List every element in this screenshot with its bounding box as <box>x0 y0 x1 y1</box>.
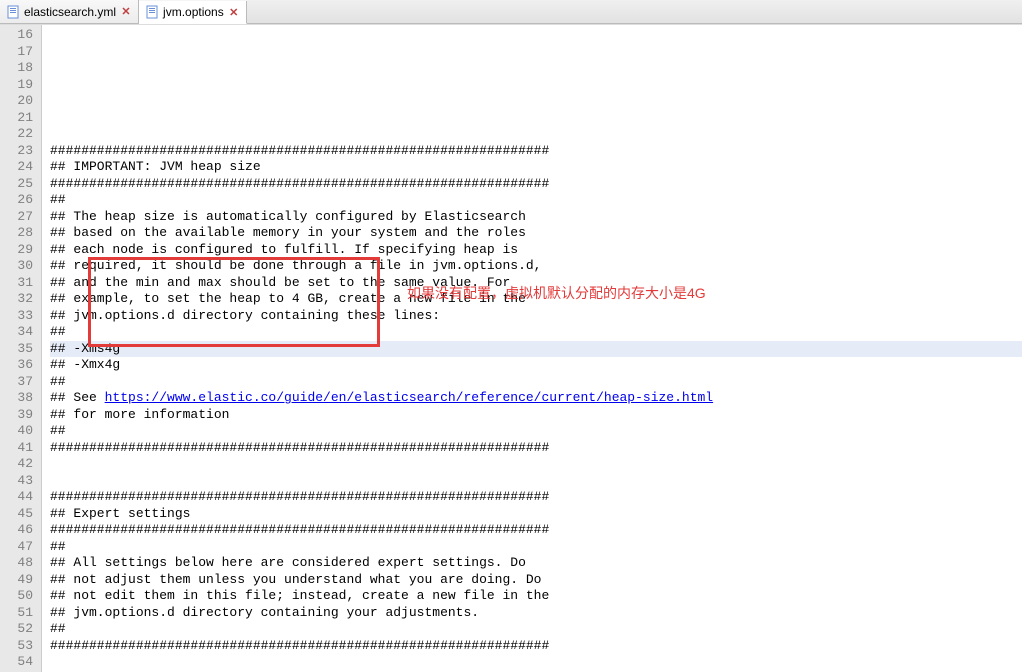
code-line: ## jvm.options.d directory containing yo… <box>50 605 1022 622</box>
close-icon[interactable]: ✕ <box>120 6 132 18</box>
code-line: ########################################… <box>50 522 1022 539</box>
line-number: 34 <box>0 324 41 341</box>
line-number-gutter: 1617181920212223242526272829303132333435… <box>0 25 42 672</box>
line-number: 23 <box>0 143 41 160</box>
line-number: 43 <box>0 473 41 490</box>
code-line: ## <box>50 374 1022 391</box>
line-number: 24 <box>0 159 41 176</box>
code-line: ## <box>50 423 1022 440</box>
code-line: ## and the min and max should be set to … <box>50 275 1022 292</box>
code-line: ## All settings below here are considere… <box>50 555 1022 572</box>
code-content[interactable]: 如果没有配置，虚拟机默认分配的内存大小是4G #################… <box>42 25 1022 672</box>
code-line: ## not adjust them unless you understand… <box>50 572 1022 589</box>
line-number: 32 <box>0 291 41 308</box>
line-number: 25 <box>0 176 41 193</box>
line-number: 40 <box>0 423 41 440</box>
code-line: ## example, to set the heap to 4 GB, cre… <box>50 291 1022 308</box>
code-line: ## <box>50 621 1022 638</box>
code-line <box>50 473 1022 490</box>
code-line <box>50 110 1022 127</box>
code-line: ## <box>50 324 1022 341</box>
code-line: ########################################… <box>50 489 1022 506</box>
code-line: ## The heap size is automatically config… <box>50 209 1022 226</box>
code-line: ## <box>50 192 1022 209</box>
code-line <box>50 456 1022 473</box>
line-number: 38 <box>0 390 41 407</box>
code-line: ## -Xmx4g <box>50 357 1022 374</box>
tab-bar: elasticsearch.yml ✕ jvm.options ✕ <box>0 0 1022 24</box>
line-number: 26 <box>0 192 41 209</box>
code-line <box>50 126 1022 143</box>
line-number: 47 <box>0 539 41 556</box>
line-number: 17 <box>0 44 41 61</box>
code-line: ## for more information <box>50 407 1022 424</box>
code-line: ########################################… <box>50 638 1022 655</box>
line-number: 52 <box>0 621 41 638</box>
line-number: 35 <box>0 341 41 358</box>
line-number: 50 <box>0 588 41 605</box>
code-line: ## See https://www.elastic.co/guide/en/e… <box>50 390 1022 407</box>
line-number: 36 <box>0 357 41 374</box>
tab-jvm-options[interactable]: jvm.options ✕ <box>139 1 247 24</box>
line-number: 33 <box>0 308 41 325</box>
code-line: ########################################… <box>50 176 1022 193</box>
code-line: ## required, it should be done through a… <box>50 258 1022 275</box>
line-number: 54 <box>0 654 41 671</box>
line-number: 37 <box>0 374 41 391</box>
code-line: ## each node is configured to fulfill. I… <box>50 242 1022 259</box>
line-number: 39 <box>0 407 41 424</box>
line-number: 49 <box>0 572 41 589</box>
line-number: 29 <box>0 242 41 259</box>
line-number: 42 <box>0 456 41 473</box>
line-number: 53 <box>0 638 41 655</box>
line-number: 48 <box>0 555 41 572</box>
line-number: 27 <box>0 209 41 226</box>
editor-window: elasticsearch.yml ✕ jvm.options ✕ 161718… <box>0 0 1022 672</box>
code-line: ########################################… <box>50 143 1022 160</box>
code-line <box>50 654 1022 671</box>
code-line: ########################################… <box>50 440 1022 457</box>
line-number: 30 <box>0 258 41 275</box>
code-line: ## based on the available memory in your… <box>50 225 1022 242</box>
close-icon[interactable]: ✕ <box>228 6 240 18</box>
line-number: 22 <box>0 126 41 143</box>
tab-bar-empty <box>247 0 1022 23</box>
line-number: 16 <box>0 27 41 44</box>
code-line: ## jvm.options.d directory containing th… <box>50 308 1022 325</box>
editor-area: 1617181920212223242526272829303132333435… <box>0 24 1022 672</box>
file-icon <box>145 5 159 19</box>
line-number: 45 <box>0 506 41 523</box>
line-number: 31 <box>0 275 41 292</box>
code-line: ## <box>50 539 1022 556</box>
code-line: ## -Xms4g <box>50 341 1022 358</box>
file-icon <box>6 5 20 19</box>
line-number: 28 <box>0 225 41 242</box>
line-number: 44 <box>0 489 41 506</box>
line-number: 51 <box>0 605 41 622</box>
tab-label: jvm.options <box>163 5 224 19</box>
hyperlink[interactable]: https://www.elastic.co/guide/en/elastics… <box>105 390 714 405</box>
tab-elasticsearch-yml[interactable]: elasticsearch.yml ✕ <box>0 0 139 23</box>
line-number: 18 <box>0 60 41 77</box>
tab-label: elasticsearch.yml <box>24 5 116 19</box>
code-line: ## Expert settings <box>50 506 1022 523</box>
line-number: 41 <box>0 440 41 457</box>
line-number: 19 <box>0 77 41 94</box>
code-line: ## not edit them in this file; instead, … <box>50 588 1022 605</box>
code-line: ## IMPORTANT: JVM heap size <box>50 159 1022 176</box>
line-number: 20 <box>0 93 41 110</box>
line-number: 21 <box>0 110 41 127</box>
code-line <box>50 93 1022 110</box>
line-number: 46 <box>0 522 41 539</box>
